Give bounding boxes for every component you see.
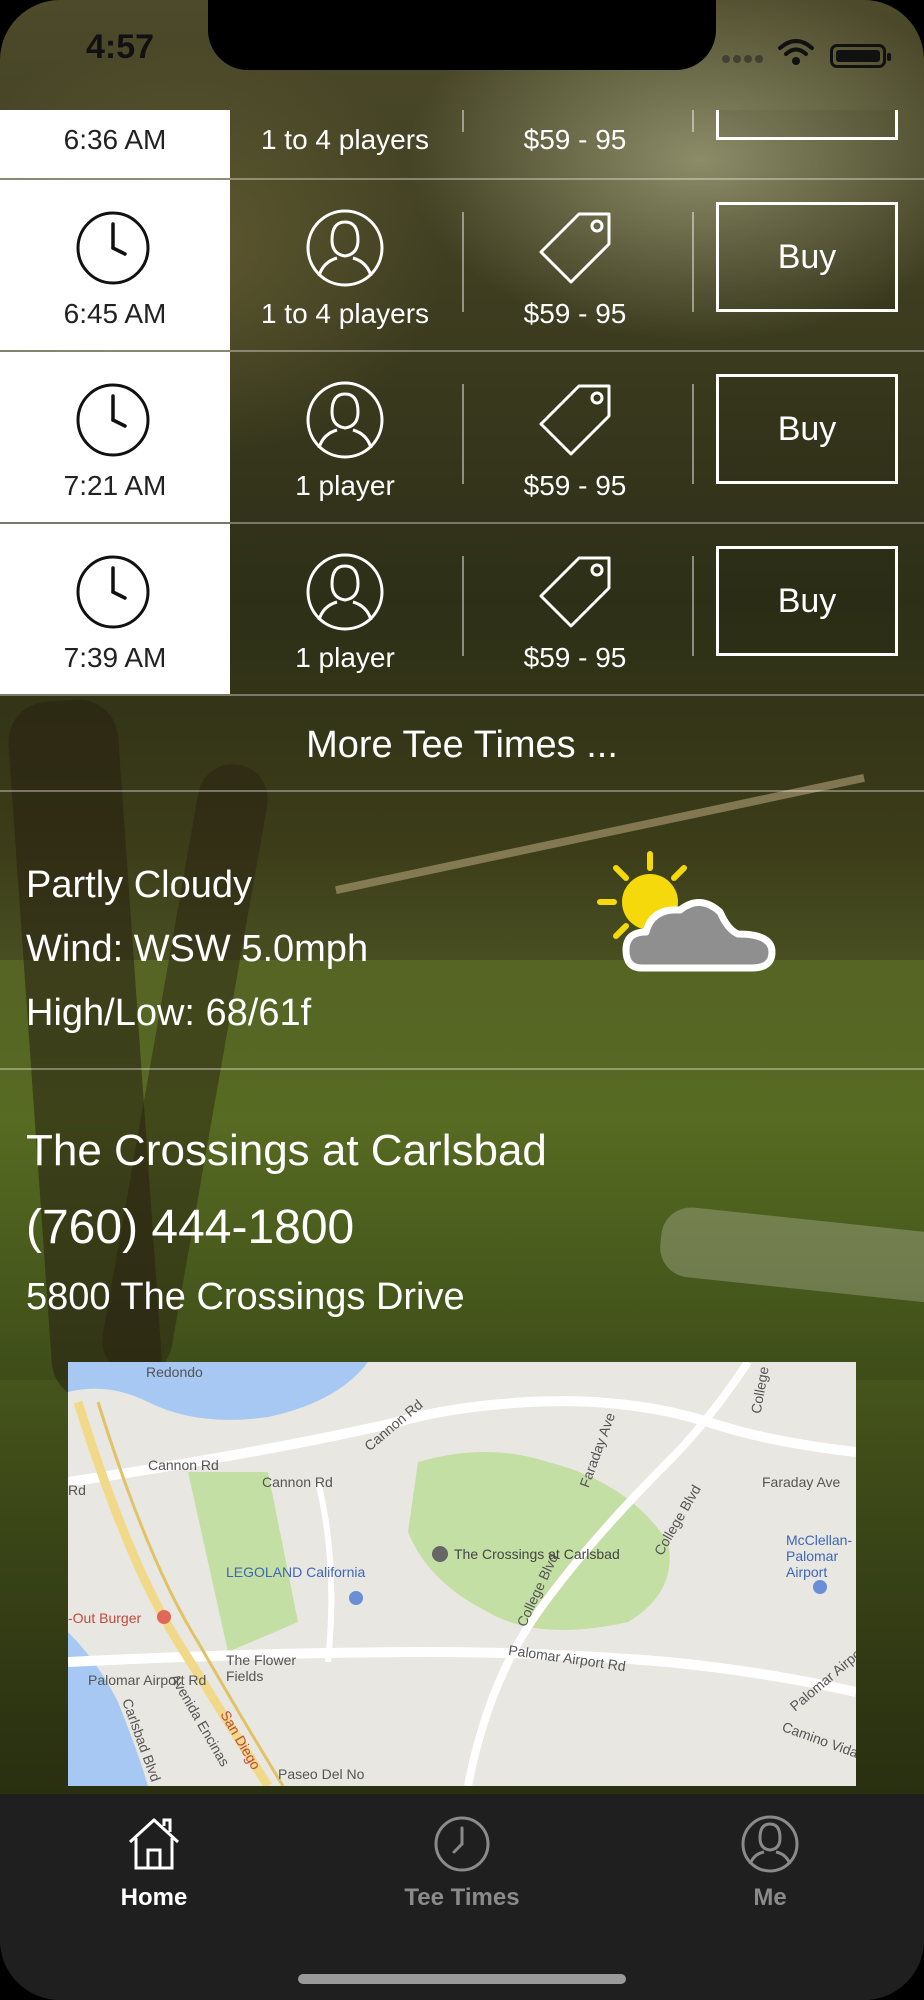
tab-label: Home: [120, 1884, 188, 1911]
tee-time-cell: 7:21 AM: [0, 352, 230, 522]
price-label: $59 - 95: [523, 470, 627, 501]
battery-icon: [830, 44, 891, 68]
buy-button[interactable]: Buy: [716, 374, 898, 484]
players-label: 1 player: [295, 470, 395, 501]
column-divider: [462, 110, 464, 132]
tee-time-label: 7:21 AM: [63, 470, 167, 501]
tee-time-row: 6:36 AM 1 to 4 players $59 - 95: [0, 110, 924, 180]
tee-time-cell: 7:39 AM: [0, 524, 230, 694]
map-label: Faraday Ave: [762, 1474, 841, 1490]
price-tag-icon: [539, 384, 611, 456]
person-icon: [306, 381, 384, 459]
price-label: $59 - 95: [523, 298, 627, 329]
tee-time-cell: 6:45 AM: [0, 180, 230, 350]
map-label: Rd: [68, 1482, 86, 1498]
home-icon: [128, 1818, 180, 1870]
map-label: -Out Burger: [68, 1610, 142, 1626]
app-screen: 4:57 6:36 AM 1 to 4 players $59 - 95 6:4…: [0, 0, 924, 2000]
price-tag-icon: [539, 556, 611, 628]
signal-icon: [722, 50, 768, 63]
map-label: McClellan-Palomar Airport: [786, 1532, 853, 1580]
course-map[interactable]: Redondo Cannon Rd Cannon Rd Cannon Rd Fa…: [68, 1362, 856, 1786]
tee-time-cell: 6:36 AM: [0, 110, 230, 178]
tee-time-list: 6:36 AM 1 to 4 players $59 - 95 6:45 AM: [0, 110, 924, 696]
column-divider: [462, 212, 464, 312]
partly-cloudy-icon: [597, 851, 776, 972]
column-divider: [462, 556, 464, 656]
weather-high-low: High/Low: 68/61f: [26, 992, 312, 1034]
map-label: Cannon Rd: [262, 1474, 333, 1490]
status-time: 4:57: [86, 28, 155, 66]
person-icon: [306, 209, 384, 287]
clock-icon: [434, 1816, 490, 1872]
map-label: Paseo Del No: [278, 1766, 365, 1782]
map-graphic: [68, 1362, 856, 1786]
players-label: 1 to 4 players: [260, 298, 430, 329]
clock-icon: [76, 555, 150, 629]
person-icon: [306, 553, 384, 631]
price-label: $59 - 95: [523, 642, 627, 673]
course-address: 5800 The Crossings Drive: [26, 1276, 465, 1318]
column-divider: [692, 556, 694, 656]
tee-time-label: 6:36 AM: [63, 124, 167, 155]
clock-icon: [76, 211, 150, 285]
notch: [208, 0, 716, 70]
tee-time-label: 6:45 AM: [63, 298, 167, 329]
price-tag-icon: [539, 212, 611, 284]
weather-wind: Wind: WSW 5.0mph: [26, 928, 369, 970]
tab-tee-times[interactable]: Tee Times: [308, 1794, 616, 1924]
column-divider: [692, 384, 694, 484]
status-bar: 4:57: [0, 0, 924, 100]
map-label: LEGOLAND California: [226, 1564, 366, 1580]
buy-button[interactable]: Buy: [716, 546, 898, 656]
tee-time-row: 6:45 AM 1 to 4 players $59 - 95 Buy: [0, 180, 924, 352]
column-divider: [692, 110, 694, 132]
wifi-icon: [778, 39, 814, 65]
tee-time-label: 7:39 AM: [63, 642, 167, 673]
map-label: Cannon Rd: [148, 1457, 219, 1473]
weather-condition: Partly Cloudy: [26, 864, 252, 906]
map-label: Redondo: [146, 1364, 203, 1380]
person-icon: [741, 1815, 799, 1873]
weather-panel: Partly Cloudy Wind: WSW 5.0mph High/Low:…: [0, 794, 924, 1070]
map-label: The Flower Fields: [226, 1652, 297, 1684]
tee-time-row: 7:21 AM 1 player $59 - 95 Buy: [0, 352, 924, 524]
buy-button[interactable]: [716, 110, 898, 140]
home-indicator: [298, 1974, 626, 1984]
tab-me[interactable]: Me: [616, 1794, 924, 1924]
players-label: 1 player: [295, 642, 395, 673]
more-tee-times-link[interactable]: More Tee Times ...: [0, 700, 924, 792]
course-name: The Crossings at Carlsbad: [26, 1126, 547, 1175]
column-divider: [462, 384, 464, 484]
map-label: The Crossings at Carlsbad: [454, 1546, 620, 1562]
buy-button[interactable]: Buy: [716, 202, 898, 312]
tab-bar: Home Tee Times Me: [0, 1794, 924, 2000]
tab-label: Tee Times: [404, 1884, 520, 1911]
tab-label: Me: [753, 1884, 787, 1911]
course-phone-link[interactable]: (760) 444-1800: [26, 1200, 354, 1255]
price-label: $59 - 95: [523, 124, 627, 155]
column-divider: [692, 212, 694, 312]
players-label: 1 to 4 players: [260, 124, 430, 155]
tab-home[interactable]: Home: [0, 1794, 308, 1924]
tee-time-row: 7:39 AM 1 player $59 - 95 Buy: [0, 524, 924, 696]
clock-icon: [76, 383, 150, 457]
